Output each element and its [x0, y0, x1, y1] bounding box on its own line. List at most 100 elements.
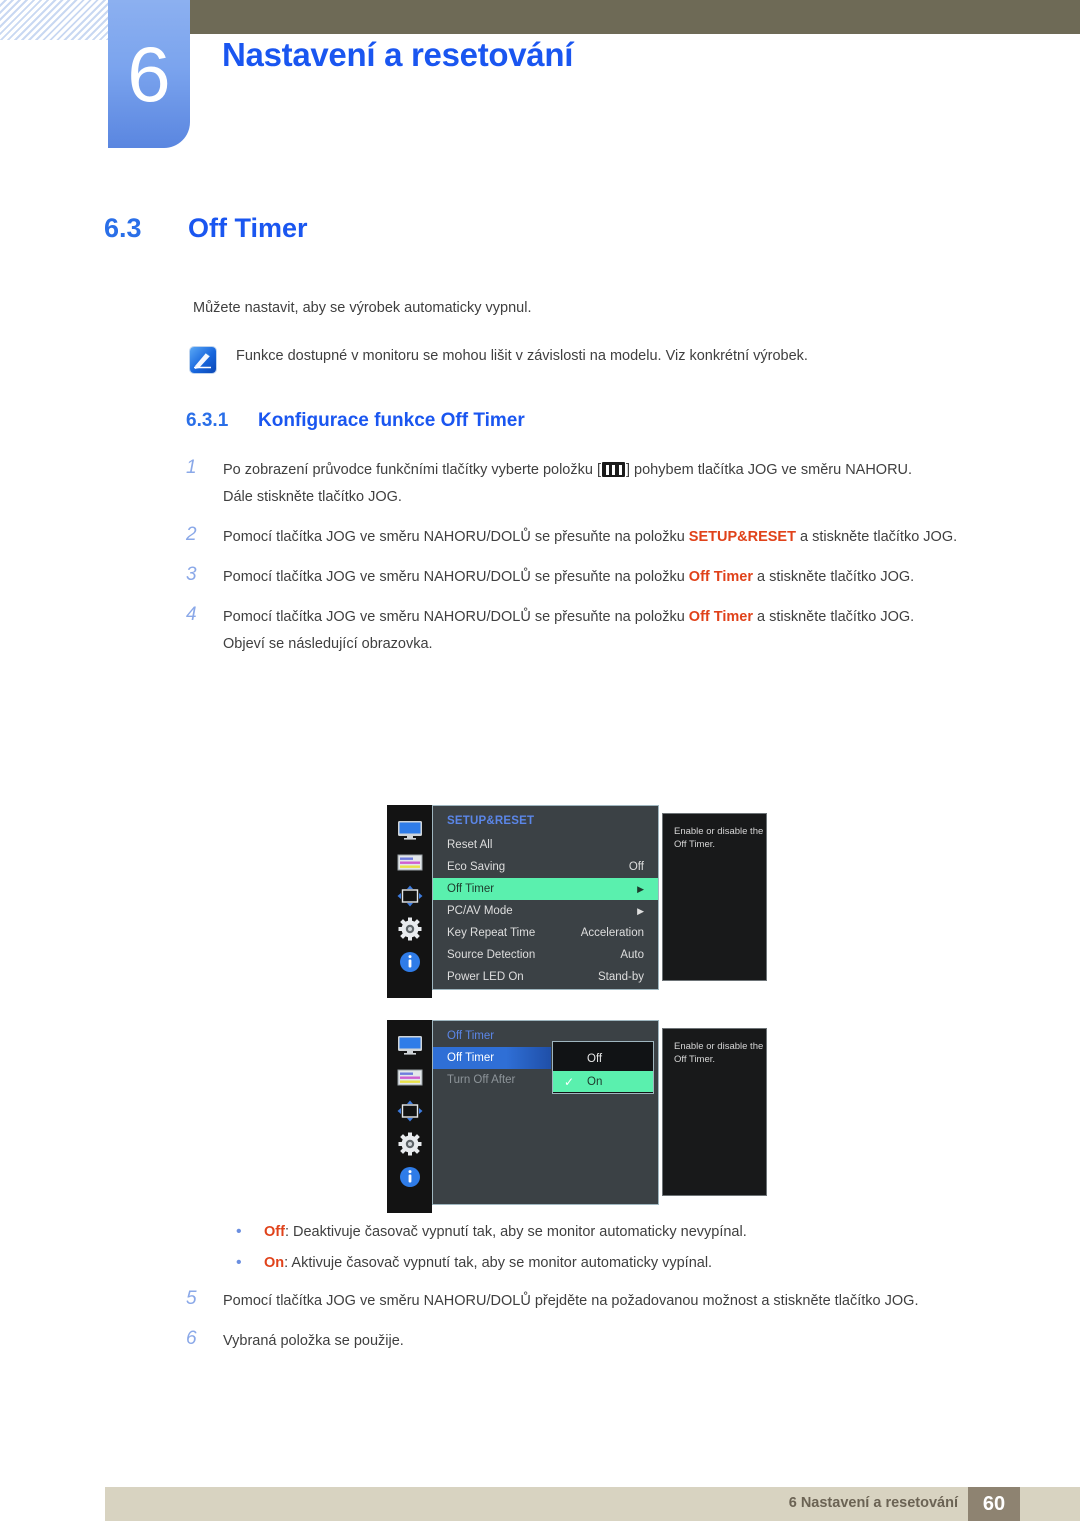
osd-menu-row[interactable]: PC/AV Mode ▶: [433, 900, 658, 922]
gear-icon[interactable]: [387, 1127, 432, 1160]
step-item: 6 Vybraná položka se použije.: [186, 1328, 996, 1355]
step-body: Vybraná položka se použije.: [223, 1333, 404, 1349]
osd-menu-row[interactable]: Reset All: [433, 834, 658, 856]
chevron-right-icon: ▶: [637, 883, 644, 894]
monitor-icon[interactable]: [387, 813, 432, 846]
position-arrows-icon[interactable]: [387, 879, 432, 912]
check-icon: ✓: [564, 1074, 575, 1089]
menu-glyph-icon: [602, 462, 625, 477]
step-item: 5 Pomocí tlačítka JOG ve směru NAHORU/DOL…: [186, 1288, 996, 1315]
osd-menu-title: SETUP&RESET: [447, 815, 535, 827]
step-text: Pomocí tlačítka JOG ve směru NAHORU/DOLŮ…: [223, 524, 996, 551]
step-body: Pomocí tlačítka JOG ve směru NAHORU/DOLŮ…: [223, 524, 996, 551]
osd-row-value: Stand-by: [597, 971, 644, 983]
bullet-term: Off: [264, 1224, 285, 1240]
step-number: 3: [186, 564, 197, 585]
step-body: Pomocí tlačítka JOG ve směru NAHORU/DOLŮ…: [223, 604, 996, 658]
step-item: 2 Pomocí tlačítka JOG ve směru NAHORU/DOL…: [186, 524, 996, 551]
step-body: Pomocí tlačítka JOG ve směru NAHORU/DOLŮ…: [223, 564, 996, 591]
bullet-text: Off: Deaktivuje časovač vypnutí tak, aby…: [264, 1221, 747, 1243]
osd-menu-row[interactable]: Key Repeat Time Acceleration: [433, 922, 658, 944]
bullet-dot-icon: •: [236, 1223, 242, 1240]
step-text-run: a stiskněte tlačítko JOG.: [753, 609, 915, 625]
step-number: 2: [186, 524, 197, 545]
chevron-right-icon: ▶: [637, 905, 644, 916]
step-text: Po zobrazení průvodce funkčními tlačítky…: [223, 457, 996, 484]
osd-row-value: Acceleration: [580, 927, 644, 939]
osd-menu-row-selected[interactable]: Off Timer: [433, 1047, 551, 1069]
footer-text: 6 Nastavení a resetování: [788, 1495, 958, 1511]
step-number: 6: [186, 1328, 197, 1349]
osd-popup-option-selected[interactable]: ✓ On: [553, 1071, 653, 1092]
osd-row-label: Source Detection: [447, 949, 536, 961]
step-list: 1 Po zobrazení průvodce funkčními tlačítk…: [186, 457, 996, 671]
osd-row-label: Eco Saving: [447, 861, 506, 873]
osd-menu-row[interactable]: Power LED On Stand-by: [433, 966, 658, 988]
gear-icon[interactable]: [387, 912, 432, 945]
header-hatch-decoration: [0, 0, 108, 40]
step-body: Po zobrazení průvodce funkčními tlačítky…: [223, 457, 996, 511]
osd-sidebar: [387, 1020, 432, 1213]
step-text-run: a stiskněte tlačítko JOG.: [795, 529, 958, 545]
section-title: Off Timer: [188, 213, 308, 243]
step-text-run: Po zobrazení průvodce funkčními tlačítky…: [223, 462, 601, 478]
info-icon[interactable]: [387, 945, 432, 978]
bullet-item: • On: Aktivuje časovač vypnutí tak, aby s…: [232, 1252, 992, 1274]
note-text: Funkce dostupné v monitoru se mohou liši…: [236, 348, 808, 364]
osd-description-panel: Enable or disable the Off Timer.: [662, 813, 767, 981]
osd-row-label: Reset All: [447, 839, 493, 851]
osd-popup-option[interactable]: Off: [553, 1048, 653, 1069]
highlighted-term: Off Timer: [688, 569, 753, 585]
osd-screenshot-off-timer: Enable or disable the Off Timer. Off Tim…: [387, 1020, 767, 1213]
step-text: Pomocí tlačítka JOG ve směru NAHORU/DOLŮ…: [223, 604, 996, 631]
osd-sidebar: [387, 805, 432, 998]
osd-row-label: Power LED On: [447, 971, 524, 983]
position-arrows-icon[interactable]: [387, 1094, 432, 1127]
osd-row-value: Off: [628, 861, 644, 873]
note-block: Funkce dostupné v monitoru se mohou liši…: [190, 346, 990, 373]
picture-list-icon[interactable]: [387, 1061, 432, 1094]
section-number: 6.3: [104, 213, 142, 243]
step-number: 1: [186, 457, 197, 478]
monitor-icon[interactable]: [387, 1028, 432, 1061]
subsection-heading: 6.3.1 Konfigurace funkce Off Timer: [186, 410, 525, 432]
info-icon[interactable]: [387, 1160, 432, 1193]
bullet-term: On: [264, 1255, 285, 1271]
step-item: 3 Pomocí tlačítka JOG ve směru NAHORU/DOL…: [186, 564, 996, 591]
chapter-number: 6: [127, 30, 171, 118]
step-item: 4 Pomocí tlačítka JOG ve směru NAHORU/DOL…: [186, 604, 996, 658]
intro-paragraph: Můžete nastavit, aby se výrobek automati…: [193, 300, 532, 316]
bullet-text: On: Aktivuje časovač vypnutí tak, aby se…: [264, 1252, 712, 1274]
osd-menu-row-selected[interactable]: Off Timer ▶: [433, 878, 658, 900]
footer-page-number: 60: [968, 1487, 1020, 1521]
bullet-description: : Aktivuje časovač vypnutí tak, aby se m…: [284, 1255, 713, 1271]
step-text-run: Pomocí tlačítka JOG ve směru NAHORU/DOLŮ…: [223, 529, 689, 545]
osd-screenshot-setup-reset: Enable or disable the Off Timer. SETUP&R…: [387, 805, 767, 998]
subsection-title: Konfigurace funkce Off Timer: [258, 410, 525, 431]
bullet-description: : Deaktivuje časovač vypnutí tak, aby se…: [284, 1224, 747, 1240]
osd-row-label: PC/AV Mode: [447, 905, 513, 917]
osd-menu-title: Off Timer: [447, 1030, 495, 1042]
osd-row-label: Off Timer: [447, 1052, 495, 1064]
step-body: Pomocí tlačítka JOG ve směru NAHORU/DOLŮ…: [223, 1293, 919, 1309]
osd-option-popup[interactable]: Off ✓ On: [552, 1041, 654, 1094]
option-bullet-list: • Off: Deaktivuje časovač vypnutí tak, ab…: [232, 1221, 992, 1283]
step-text-run: a stiskněte tlačítko JOG.: [753, 569, 915, 585]
chapter-title: Nastavení a resetování: [222, 36, 574, 73]
osd-menu-row[interactable]: Source Detection Auto: [433, 944, 658, 966]
step-text-run: Pomocí tlačítka JOG ve směru NAHORU/DOLŮ…: [223, 569, 689, 585]
osd-menu-row[interactable]: Eco Saving Off: [433, 856, 658, 878]
bullet-item: • Off: Deaktivuje časovač vypnutí tak, ab…: [232, 1221, 992, 1243]
highlighted-term: SETUP&RESET: [688, 529, 796, 545]
osd-row-label: Key Repeat Time: [447, 927, 536, 939]
note-pen-icon: [190, 347, 216, 373]
section-heading: 6.3 Off Timer: [104, 213, 308, 244]
osd-popup-option-label: On: [587, 1075, 603, 1088]
step-list-continued: 5 Pomocí tlačítka JOG ve směru NAHORU/DOL…: [186, 1288, 996, 1368]
step-item: 1 Po zobrazení průvodce funkčními tlačítk…: [186, 457, 996, 511]
step-subtext: Objeví se následující obrazovka.: [223, 636, 433, 652]
picture-list-icon[interactable]: [387, 846, 432, 879]
osd-popup-option-label: Off: [587, 1052, 603, 1065]
osd-description-panel: Enable or disable the Off Timer.: [662, 1028, 767, 1196]
osd-row-label: Off Timer: [447, 883, 495, 895]
